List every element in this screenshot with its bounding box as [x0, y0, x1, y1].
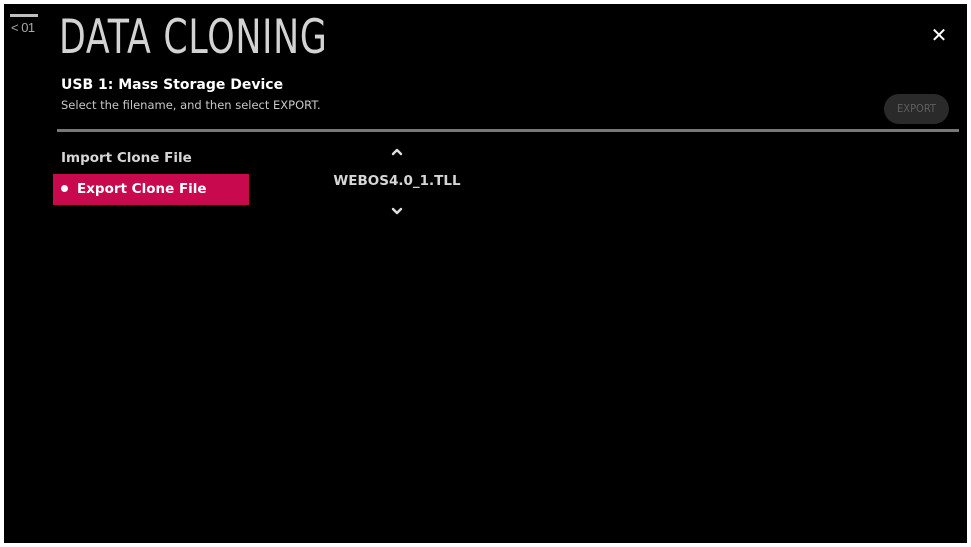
file-picker: WEBOS4.0_1.TLL: [304, 144, 490, 234]
close-button[interactable]: ✕: [924, 20, 954, 50]
back-button[interactable]: < 01: [10, 14, 38, 38]
menu-item-label: Export Clone File: [77, 181, 207, 197]
page-title: DATA CLONING: [59, 10, 328, 65]
chevron-up-icon[interactable]: [304, 147, 490, 167]
menu-item-label: Import Clone File: [61, 150, 192, 166]
export-button[interactable]: EXPORT: [884, 94, 949, 124]
selected-dot-icon: [61, 184, 68, 192]
close-icon: ✕: [930, 23, 948, 47]
chevron-down-icon[interactable]: [304, 206, 490, 226]
back-tab-indicator: [10, 14, 38, 17]
device-name: USB 1: Mass Storage Device: [61, 77, 284, 93]
data-cloning-screen: < 01 DATA CLONING USB 1: Mass Storage De…: [4, 4, 967, 543]
instruction-text: Select the filename, and then select EXP…: [61, 98, 321, 112]
menu-item-export-clone-file[interactable]: Export Clone File: [53, 174, 249, 205]
clone-menu: Import Clone File Export Clone File: [53, 143, 249, 205]
back-label: < 01: [11, 20, 35, 35]
header-divider: [57, 129, 959, 132]
menu-item-import-clone-file[interactable]: Import Clone File: [53, 143, 249, 174]
selected-filename[interactable]: WEBOS4.0_1.TLL: [304, 173, 490, 189]
